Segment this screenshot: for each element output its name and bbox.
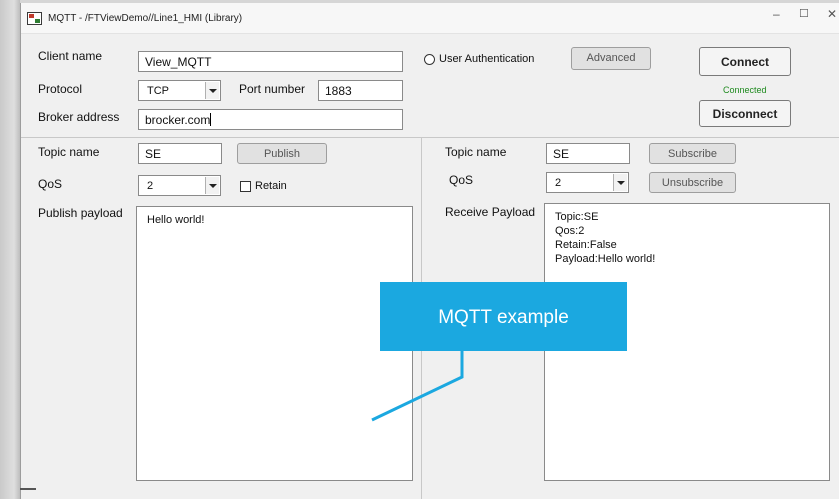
callout-pointer [371, 351, 464, 422]
callout-pointer-line [371, 351, 464, 422]
callout-label: MQTT example [380, 282, 627, 351]
